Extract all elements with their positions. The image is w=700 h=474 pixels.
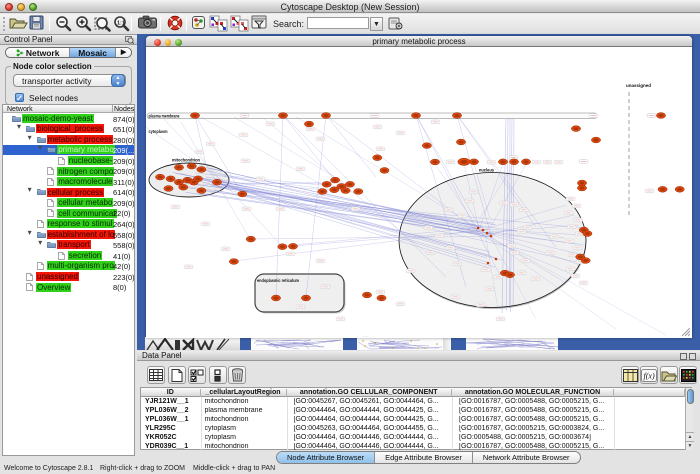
svg-text:f(x): f(x) [644,371,655,380]
svg-text:endoplasmic reticulum: endoplasmic reticulum [257,278,299,283]
svg-text:nucleus: nucleus [479,168,494,173]
svg-text:mitochondrion: mitochondrion [172,158,200,163]
svg-text:plasma membrane: plasma membrane [149,114,180,119]
svg-text:1:1: 1:1 [117,21,125,27]
svg-text:cytoplasm: cytoplasm [149,129,168,134]
svg-text:unassigned: unassigned [626,83,651,88]
